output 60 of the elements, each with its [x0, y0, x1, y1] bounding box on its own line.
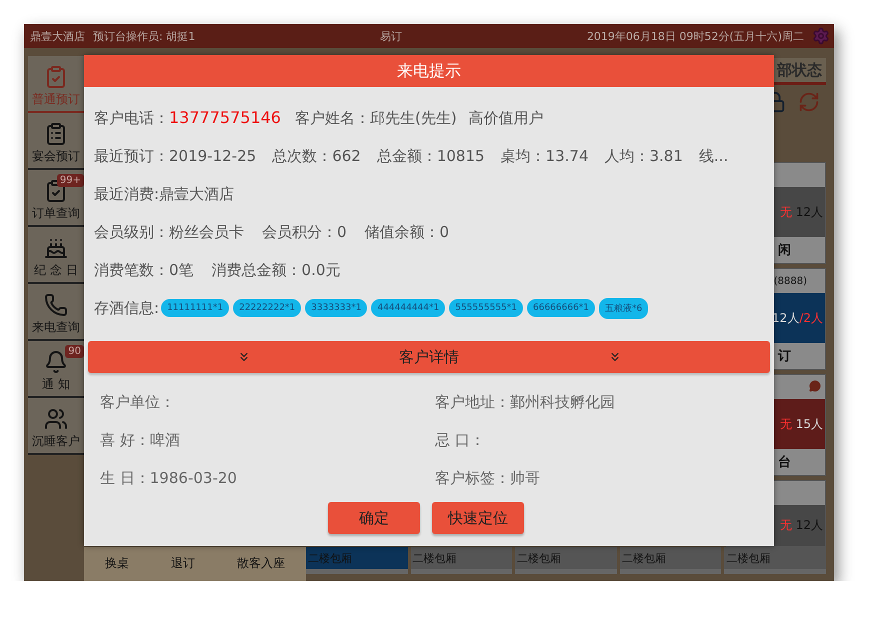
detail-text: 忌 口： — [435, 430, 486, 450]
dialog-title: 来电提示 — [84, 55, 774, 87]
operator-label: 预订台操作员: 胡挺1 — [93, 28, 196, 44]
sidebar-item[interactable]: 订单查询 99+ — [28, 170, 84, 227]
wine-tag: 66666666*1 — [527, 299, 596, 317]
dialog-button[interactable]: 快速定位 — [432, 502, 524, 534]
stat-text: 总金额：10815 — [376, 146, 485, 166]
date-time: 2019年06月18日 09时52分(五月十六)周二 — [586, 28, 804, 44]
wine-tag: 444444444*1 — [371, 299, 446, 317]
table-code: (8888) — [774, 276, 807, 286]
customer-tag: 高价值用户 — [468, 108, 544, 128]
table-name[interactable]: 二楼包厢 — [724, 547, 826, 574]
sidebar-item[interactable]: 来电查询 — [28, 284, 84, 341]
stat-text: 桌均：13.74 — [500, 146, 588, 166]
details-bar[interactable]: 客户详情 — [88, 341, 770, 373]
hotel-name: 鼎壹大酒店 — [30, 28, 85, 44]
wine-tag: 22222222*1 — [233, 299, 302, 317]
count-badge: 90 — [65, 345, 84, 358]
stat-text: 总次数：662 — [272, 146, 361, 166]
table-name[interactable]: 二楼包厢 — [620, 547, 722, 574]
detail-text: 生 日：1986-03-20 — [100, 468, 238, 488]
customer-name: 客户姓名：邱先生(先生) — [294, 108, 457, 128]
phone-info: 客户电话：13777575146 — [94, 108, 281, 128]
sidebar-item[interactable]: 普通预订 — [28, 56, 84, 113]
last-consumption: 最近消费:鼎壹大酒店 — [94, 184, 234, 204]
detail-text: 客户标签：帅哥 — [435, 468, 541, 488]
spend-info: 消费总金额：0.0元 — [212, 260, 340, 280]
wine-label: 存酒信息: — [94, 298, 160, 318]
people-count: 无 15人 — [780, 416, 823, 432]
stat-text: 最近预订：2019-12-25 — [94, 146, 256, 166]
spend-info: 消费笔数：0笔 — [94, 260, 194, 280]
table-state: 台 — [778, 454, 791, 471]
sidebar-item[interactable]: 沉睡客户 — [28, 398, 84, 455]
stat-text: 人均：3.81 — [604, 146, 683, 166]
count-badge: 99+ — [56, 174, 84, 187]
member-info: 会员级别：粉丝会员卡 — [94, 222, 244, 242]
dialog-button[interactable]: 确定 — [328, 502, 420, 534]
table-name[interactable]: 二楼包厢 — [410, 547, 512, 574]
action-link[interactable]: 退订 — [171, 555, 195, 581]
table-state: 订 — [778, 348, 791, 365]
app-title: 易订 — [379, 28, 404, 44]
wine-tag: 555555555*1 — [449, 299, 523, 317]
detail-text: 喜 好：啤酒 — [100, 430, 181, 450]
sidebar-item[interactable]: 宴会预订 — [28, 113, 84, 170]
action-link[interactable]: 换桌 — [105, 555, 129, 581]
wine-tag: 11111111*1 — [161, 299, 230, 317]
action-link[interactable]: 散客入座 — [237, 555, 285, 581]
detail-text: 客户地址：鄞州科技孵化园 — [435, 392, 616, 412]
sidebar-item[interactable]: 纪 念 日 — [28, 227, 84, 284]
wine-tag: 五粮液*6 — [599, 298, 648, 318]
stat-text: 线... — [698, 146, 728, 166]
people-count: 12人/2人 — [772, 310, 823, 326]
member-info: 储值余额：0 — [364, 222, 450, 242]
detail-text: 客户单位： — [100, 392, 176, 412]
wine-tag: 3333333*1 — [305, 299, 368, 317]
member-info: 会员积分：0 — [262, 222, 347, 242]
details-title: 客户详情 — [399, 348, 459, 366]
table-name[interactable]: 二楼包厢 — [515, 547, 617, 574]
sidebar-item[interactable]: 通 知 90 — [28, 341, 84, 398]
table-state: 闲 — [778, 242, 791, 259]
